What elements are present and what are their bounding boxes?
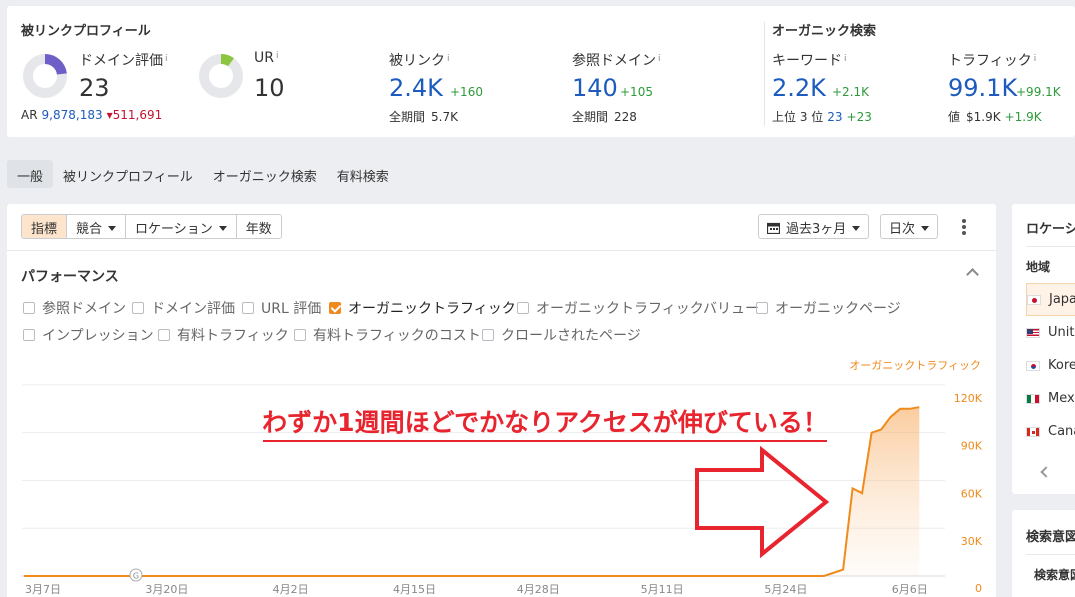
x-tick-label: 3月20日	[145, 583, 188, 596]
search-intent-title: 検索意図	[1026, 530, 1075, 545]
search-intent-header: 検索意図	[1034, 568, 1075, 582]
organic-traffic-chart: 0 30K 60K 90K 120K 3月7日 3月20日 4月2日 4月15日 4月28日 5月…	[22, 359, 983, 596]
country-row-canada[interactable]: Canada	[1026, 415, 1075, 448]
region-label: 地域	[1026, 260, 1051, 274]
chevron-left-icon[interactable]	[1040, 466, 1052, 478]
x-tick-label: 6月6日	[892, 583, 928, 596]
divider	[1026, 554, 1075, 555]
canada-flag-icon	[1026, 426, 1040, 437]
google-update-marker[interactable]: G	[129, 568, 143, 582]
x-tick-label: 5月24日	[764, 583, 807, 596]
x-tick-label: 5月11日	[641, 583, 684, 596]
x-tick-label: 3月7日	[25, 583, 61, 596]
country-row-korea[interactable]: Korea	[1026, 349, 1075, 382]
location-panel: ロケーション 地域 Japan United States Korea Mexi…	[1012, 204, 1075, 494]
annotation-arrow	[695, 445, 830, 559]
country-row-japan[interactable]: Japan	[1026, 283, 1075, 316]
country-row-us[interactable]: United States	[1026, 316, 1075, 349]
x-tick-label: 4月2日	[273, 583, 309, 596]
y-tick-label: 30K	[961, 535, 983, 548]
location-title: ロケーション	[1026, 222, 1075, 237]
svg-text:G: G	[133, 572, 139, 581]
us-flag-icon	[1026, 327, 1040, 338]
mexico-flag-icon	[1026, 393, 1040, 404]
y-tick-label: 90K	[961, 440, 983, 453]
y-tick-label: 120K	[954, 392, 983, 405]
traffic-delta: +99.1K	[1016, 85, 1061, 99]
korea-flag-icon	[1026, 360, 1040, 371]
x-tick-label: 4月28日	[517, 583, 560, 596]
info-icon[interactable]: i	[1034, 54, 1037, 64]
japan-flag-icon	[1027, 294, 1041, 305]
y-tick-label: 0	[975, 582, 982, 595]
annotation-text: わずか1週間ほどでかなりアクセスが伸びている！	[262, 408, 828, 437]
search-intent-panel: 検索意図 検索意図	[1012, 510, 1075, 597]
country-row-mexico[interactable]: Mexico	[1026, 382, 1075, 415]
series-legend-label: オーガニックトラフィック	[849, 359, 981, 372]
y-tick-label: 60K	[961, 487, 983, 500]
x-tick-label: 4月15日	[393, 583, 436, 596]
divider	[1026, 246, 1075, 247]
